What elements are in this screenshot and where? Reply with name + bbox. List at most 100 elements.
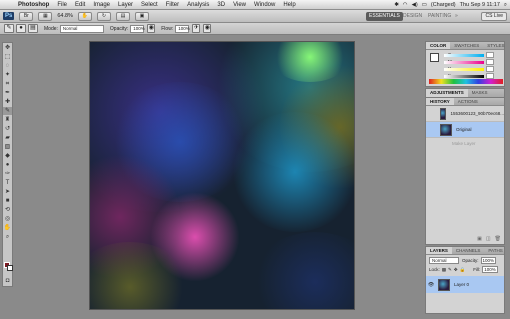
slider-magenta[interactable]: M bbox=[426, 59, 506, 66]
menu-help[interactable]: Help bbox=[279, 2, 299, 8]
lock-pixels-icon[interactable]: ✎ bbox=[448, 267, 452, 273]
new-snapshot-icon[interactable]: ◫ bbox=[486, 236, 491, 242]
color-spectrum-ramp[interactable] bbox=[429, 79, 503, 84]
tab-adjustments[interactable]: ADJUSTMENTS bbox=[426, 89, 468, 97]
cs-live-button[interactable]: CS Live bbox=[481, 12, 507, 21]
zoom-level[interactable]: 64.8% bbox=[57, 13, 73, 19]
zoom-tool-icon[interactable]: ⌕ bbox=[3, 233, 12, 241]
lock-transparency-icon[interactable]: ▩ bbox=[442, 267, 446, 273]
type-tool-icon[interactable]: T bbox=[3, 179, 12, 187]
move-tool-icon[interactable]: ✥ bbox=[3, 44, 12, 52]
menu-select[interactable]: Select bbox=[137, 2, 162, 8]
spotlight-icon[interactable]: ⌕ bbox=[504, 2, 507, 9]
rotate-view-button[interactable]: ↻ bbox=[96, 11, 111, 21]
menu-view[interactable]: View bbox=[229, 2, 250, 8]
brush-preset-icon[interactable]: ✎ bbox=[4, 24, 14, 33]
tab-color[interactable]: COLOR bbox=[426, 42, 451, 49]
gradient-tool-icon[interactable]: ▧ bbox=[3, 143, 12, 151]
wifi-icon[interactable]: ◠ bbox=[403, 2, 408, 8]
tab-styles[interactable]: STYLES bbox=[483, 42, 508, 49]
fill-field[interactable]: 100% bbox=[482, 266, 498, 273]
workspace-design[interactable]: DESIGN bbox=[400, 12, 425, 21]
battery-icon[interactable]: ▭ bbox=[422, 2, 427, 8]
hand-tool-icon[interactable]: ✋ bbox=[3, 224, 12, 232]
mode-select[interactable]: Normal bbox=[59, 24, 104, 33]
workspace-more[interactable]: » bbox=[452, 12, 461, 21]
eraser-tool-icon[interactable]: ▰ bbox=[3, 134, 12, 142]
healing-brush-tool-icon[interactable]: ✚ bbox=[3, 98, 12, 106]
bluetooth-icon[interactable]: ✱ bbox=[394, 2, 399, 8]
screen-mode-button[interactable]: ▣ bbox=[134, 11, 149, 21]
eyedropper-tool-icon[interactable]: ✒ bbox=[3, 89, 12, 97]
trash-icon[interactable]: 🗑 bbox=[495, 236, 501, 242]
new-document-icon[interactable]: ▣ bbox=[477, 236, 482, 242]
layer-row[interactable]: 👁 Layer 0 bbox=[426, 276, 504, 293]
marquee-tool-icon[interactable]: ⬚ bbox=[3, 53, 12, 61]
history-footer: ▣ ◫ 🗑 bbox=[477, 236, 501, 242]
layer-name[interactable]: Layer 0 bbox=[454, 282, 469, 287]
pen-tool-icon[interactable]: ✑ bbox=[3, 170, 12, 178]
opacity-field[interactable]: 100% bbox=[130, 24, 145, 33]
background-color-swatch[interactable] bbox=[7, 265, 13, 271]
history-snapshot[interactable]: 1553600123_90b70ec68... bbox=[426, 106, 504, 122]
lock-position-icon[interactable]: ✥ bbox=[454, 267, 458, 273]
lasso-tool-icon[interactable]: ◌ bbox=[3, 62, 12, 70]
blend-mode-select[interactable]: Normal bbox=[429, 256, 459, 264]
blur-tool-icon[interactable]: ◆ bbox=[3, 152, 12, 160]
shape-tool-icon[interactable]: ■ bbox=[3, 197, 12, 205]
bridge-button[interactable]: Br bbox=[19, 11, 34, 21]
battery-status: (Charged) bbox=[430, 2, 456, 8]
layer-opacity-field[interactable]: 100% bbox=[480, 256, 497, 264]
menu-file[interactable]: File bbox=[53, 2, 71, 8]
menu-3d[interactable]: 3D bbox=[213, 2, 229, 8]
history-state[interactable]: Make Layer bbox=[426, 138, 504, 149]
tab-masks[interactable]: MASKS bbox=[468, 89, 492, 97]
brush-tool-icon[interactable]: ✎ bbox=[3, 107, 12, 115]
tab-channels[interactable]: CHANNELS bbox=[452, 247, 485, 254]
tab-swatches[interactable]: SWATCHES bbox=[450, 42, 483, 49]
tab-history[interactable]: HISTORY bbox=[426, 98, 454, 105]
tab-paths[interactable]: PATHS bbox=[484, 247, 506, 254]
layers-blend-row: Normal Opacity: 100% bbox=[426, 255, 504, 265]
brush-panel-icon[interactable]: ▤ bbox=[28, 24, 38, 33]
workspace-painting[interactable]: PAINTING bbox=[425, 12, 454, 21]
menu-analysis[interactable]: Analysis bbox=[183, 2, 213, 8]
menu-layer[interactable]: Layer bbox=[114, 2, 137, 8]
clock[interactable]: Thu Sep 9 11:17 bbox=[460, 2, 500, 8]
menu-photoshop[interactable]: Photoshop bbox=[14, 2, 53, 8]
crop-tool-icon[interactable]: ⌗ bbox=[3, 80, 12, 88]
3d-rotate-tool-icon[interactable]: ⟲ bbox=[3, 206, 12, 214]
history-brush-tool-icon[interactable]: ↺ bbox=[3, 125, 12, 133]
menu-edit[interactable]: Edit bbox=[71, 2, 89, 8]
guides-button[interactable]: ▦ bbox=[38, 11, 53, 21]
visibility-eye-icon[interactable]: 👁 bbox=[426, 282, 436, 288]
hand-tool-button[interactable]: ✋ bbox=[77, 11, 92, 21]
flow-field[interactable]: 100% bbox=[175, 24, 190, 33]
menu-bar: Photoshop File Edit Image Layer Select F… bbox=[0, 0, 510, 10]
pressure-opacity-icon[interactable]: ◉ bbox=[147, 24, 156, 33]
lock-all-icon[interactable]: 🔒 bbox=[460, 267, 466, 273]
tab-actions[interactable]: ACTIONS bbox=[454, 98, 482, 105]
history-state[interactable]: Original bbox=[426, 122, 504, 138]
document-canvas[interactable] bbox=[90, 42, 354, 309]
airbrush-icon[interactable]: ✈ bbox=[192, 24, 201, 33]
mode-label: Mode: bbox=[44, 25, 58, 32]
pressure-size-icon[interactable]: ◉ bbox=[203, 24, 212, 33]
quick-select-tool-icon[interactable]: ✦ bbox=[3, 71, 12, 79]
tab-layers[interactable]: LAYERS bbox=[426, 247, 452, 254]
brush-size-picker[interactable]: ● bbox=[16, 24, 26, 33]
3d-orbit-tool-icon[interactable]: ◎ bbox=[3, 215, 12, 223]
clone-stamp-tool-icon[interactable]: ♜ bbox=[3, 116, 12, 124]
menu-image[interactable]: Image bbox=[89, 2, 114, 8]
slider-cyan[interactable]: C bbox=[426, 52, 506, 59]
volume-icon[interactable]: ◀) bbox=[412, 2, 418, 8]
path-select-tool-icon[interactable]: ➤ bbox=[3, 188, 12, 196]
workspace-essentials[interactable]: ESSENTIALS bbox=[366, 12, 403, 21]
arrange-documents-button[interactable]: ▤ bbox=[115, 11, 130, 21]
dodge-tool-icon[interactable]: ● bbox=[3, 161, 12, 169]
slider-yellow[interactable]: Y bbox=[426, 66, 506, 73]
menu-filter[interactable]: Filter bbox=[162, 2, 183, 8]
menu-window[interactable]: Window bbox=[250, 2, 279, 8]
quick-mask-icon[interactable]: ◘ bbox=[3, 277, 12, 285]
tools-panel: ✥ ⬚ ◌ ✦ ⌗ ✒ ✚ ✎ ♜ ↺ ▰ ▧ ◆ ● ✑ T ➤ ■ ⟲ ◎ … bbox=[2, 42, 13, 287]
